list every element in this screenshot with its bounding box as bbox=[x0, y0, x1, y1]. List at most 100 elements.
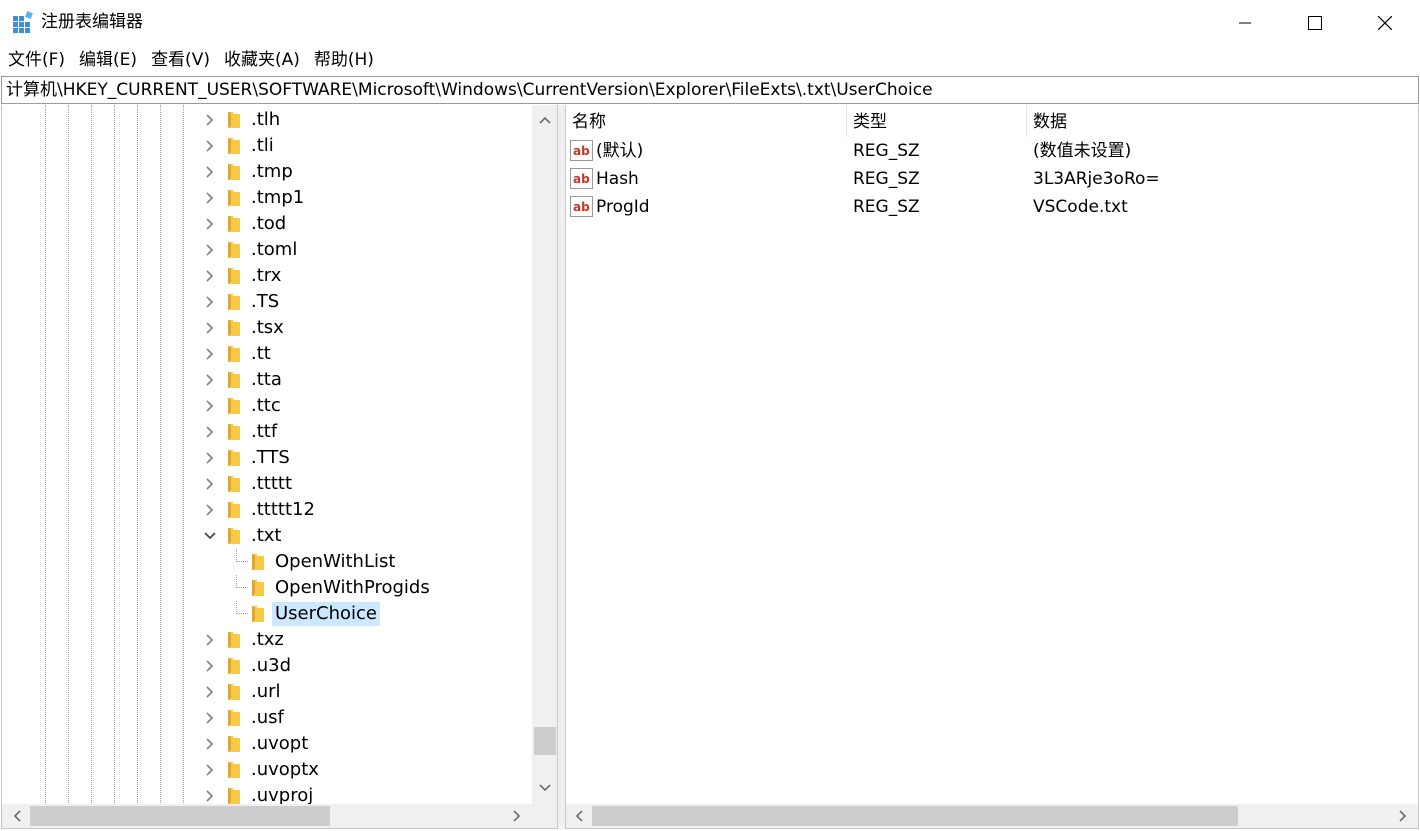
tree-vertical-scrollbar[interactable] bbox=[532, 105, 557, 804]
chevron-right-icon[interactable] bbox=[201, 731, 219, 757]
tree-item[interactable]: .toml bbox=[2, 237, 532, 263]
folder-icon bbox=[250, 579, 266, 597]
chevron-right-icon[interactable] bbox=[201, 263, 219, 289]
chevron-down-icon[interactable] bbox=[201, 523, 219, 549]
table-row[interactable]: ab ProgId REG_SZ VSCode.txt bbox=[566, 194, 1418, 222]
chevron-right-icon[interactable] bbox=[201, 445, 219, 471]
tree-item[interactable]: .tmp bbox=[2, 159, 532, 185]
menu-favorites[interactable]: 收藏夹(A) bbox=[224, 48, 300, 72]
chevron-right-icon[interactable] bbox=[201, 185, 219, 211]
chevron-right-icon[interactable] bbox=[201, 497, 219, 523]
tree-item[interactable]: .txt bbox=[2, 523, 532, 549]
tree-scroll-right-button[interactable] bbox=[504, 804, 530, 828]
tree-item[interactable]: OpenWithList bbox=[2, 549, 532, 575]
pane-splitter[interactable] bbox=[558, 105, 565, 829]
chevron-right-icon[interactable] bbox=[201, 289, 219, 315]
folder-icon bbox=[226, 709, 242, 727]
chevron-right-icon[interactable] bbox=[201, 653, 219, 679]
table-row[interactable]: ab Hash REG_SZ 3L3ARje3oRo= bbox=[566, 166, 1418, 194]
minimize-button[interactable] bbox=[1210, 0, 1280, 46]
tree-item-label: .uvoptx bbox=[251, 759, 319, 780]
list-hscroll-thumb[interactable] bbox=[592, 806, 1238, 826]
tree-item[interactable]: .ttttt12 bbox=[2, 497, 532, 523]
tree-horizontal-scrollbar[interactable] bbox=[2, 804, 532, 828]
list-scroll-left-button[interactable] bbox=[566, 804, 592, 828]
scroll-down-button[interactable] bbox=[532, 775, 557, 801]
chevron-right-icon[interactable] bbox=[201, 133, 219, 159]
tree-item[interactable]: .tmp1 bbox=[2, 185, 532, 211]
tree-item[interactable]: .tlh bbox=[2, 107, 532, 133]
folder-icon bbox=[226, 267, 242, 285]
chevron-right-icon[interactable] bbox=[201, 627, 219, 653]
tree-item[interactable]: .tta bbox=[2, 367, 532, 393]
chevron-right-icon[interactable] bbox=[201, 419, 219, 445]
tree-item[interactable]: .TTS bbox=[2, 445, 532, 471]
address-bar[interactable]: 计算机\HKEY_CURRENT_USER\SOFTWARE\Microsoft… bbox=[1, 76, 1419, 104]
tree-item[interactable]: .ttf bbox=[2, 419, 532, 445]
value-type-cell: REG_SZ bbox=[853, 197, 920, 217]
tree-item[interactable]: .url bbox=[2, 679, 532, 705]
tree-item[interactable]: OpenWithProgids bbox=[2, 575, 532, 601]
tree-item[interactable]: .ttttt bbox=[2, 471, 532, 497]
tree-hscroll-thumb[interactable] bbox=[30, 806, 330, 826]
chevron-right-icon[interactable] bbox=[201, 471, 219, 497]
folder-icon bbox=[226, 631, 242, 649]
tree-item[interactable]: .tsx bbox=[2, 315, 532, 341]
chevron-right-icon[interactable] bbox=[201, 341, 219, 367]
value-name-cell: (默认) bbox=[596, 141, 644, 161]
menu-bar: 文件(F) 编辑(E) 查看(V) 收藏夹(A) 帮助(H) bbox=[0, 46, 1420, 74]
tree-scroll-left-button[interactable] bbox=[4, 804, 30, 828]
tree-item-label: .url bbox=[251, 681, 281, 702]
tree-item[interactable]: UserChoice bbox=[2, 601, 532, 627]
tree-item-label: .u3d bbox=[251, 655, 292, 676]
column-header-type[interactable]: 类型 bbox=[847, 105, 1027, 137]
tree-item-label: .usf bbox=[251, 707, 284, 728]
chevron-right-icon[interactable] bbox=[201, 393, 219, 419]
column-header-data[interactable]: 数据 bbox=[1027, 105, 1418, 137]
tree-item[interactable]: .trx bbox=[2, 263, 532, 289]
folder-icon bbox=[226, 527, 242, 545]
chevron-right-icon bbox=[513, 810, 521, 822]
menu-file[interactable]: 文件(F) bbox=[8, 48, 65, 72]
chevron-right-icon[interactable] bbox=[201, 211, 219, 237]
scroll-up-button[interactable] bbox=[532, 107, 557, 133]
folder-icon bbox=[226, 735, 242, 753]
tree-item[interactable]: .tod bbox=[2, 211, 532, 237]
address-path[interactable]: 计算机\HKEY_CURRENT_USER\SOFTWARE\Microsoft… bbox=[6, 79, 933, 101]
close-button[interactable] bbox=[1350, 0, 1420, 46]
tree-item-label: .tmp bbox=[251, 161, 293, 182]
chevron-right-icon[interactable] bbox=[201, 705, 219, 731]
chevron-left-icon bbox=[575, 810, 583, 822]
tree-item[interactable]: .txz bbox=[2, 627, 532, 653]
tree-item-label: OpenWithProgids bbox=[275, 577, 430, 598]
tree-item[interactable]: .u3d bbox=[2, 653, 532, 679]
list-scroll-right-button[interactable] bbox=[1390, 804, 1416, 828]
menu-edit[interactable]: 编辑(E) bbox=[79, 48, 137, 72]
chevron-right-icon[interactable] bbox=[201, 315, 219, 341]
tree-item[interactable]: .tli bbox=[2, 133, 532, 159]
tree-item[interactable]: .TS bbox=[2, 289, 532, 315]
svg-text:ab: ab bbox=[573, 144, 590, 158]
chevron-right-icon[interactable] bbox=[201, 107, 219, 133]
chevron-right-icon[interactable] bbox=[201, 159, 219, 185]
menu-view[interactable]: 查看(V) bbox=[151, 48, 210, 72]
value-list-pane: 名称 类型 数据 ab (默认) REG_SZ (数值未设置) ab Hash REG_SZ… bbox=[565, 105, 1419, 829]
chevron-right-icon[interactable] bbox=[201, 237, 219, 263]
chevron-right-icon[interactable] bbox=[201, 757, 219, 783]
maximize-button[interactable] bbox=[1280, 0, 1350, 46]
menu-help[interactable]: 帮助(H) bbox=[314, 48, 374, 72]
tree-item-label: .ttf bbox=[251, 421, 278, 442]
tree-item[interactable]: .tt bbox=[2, 341, 532, 367]
value-data-cell: VSCode.txt bbox=[1033, 197, 1128, 217]
column-header-name[interactable]: 名称 bbox=[566, 105, 847, 137]
tree-item[interactable]: .ttc bbox=[2, 393, 532, 419]
folder-icon bbox=[250, 605, 266, 623]
table-row[interactable]: ab (默认) REG_SZ (数值未设置) bbox=[566, 138, 1418, 166]
tree-item[interactable]: .uvoptx bbox=[2, 757, 532, 783]
tree-item[interactable]: .uvopt bbox=[2, 731, 532, 757]
tree-item[interactable]: .usf bbox=[2, 705, 532, 731]
tree-vscroll-thumb[interactable] bbox=[534, 727, 556, 755]
list-horizontal-scrollbar[interactable] bbox=[566, 804, 1418, 828]
chevron-right-icon[interactable] bbox=[201, 679, 219, 705]
chevron-right-icon[interactable] bbox=[201, 367, 219, 393]
